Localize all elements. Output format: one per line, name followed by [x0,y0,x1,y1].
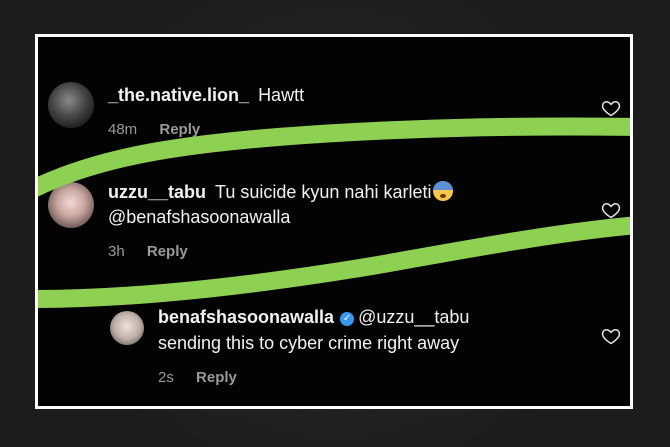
highlight-scribble [38,117,630,308]
screenshot-frame: _the.native.lion_ Hawtt 48m Reply uzzu__… [35,34,633,409]
